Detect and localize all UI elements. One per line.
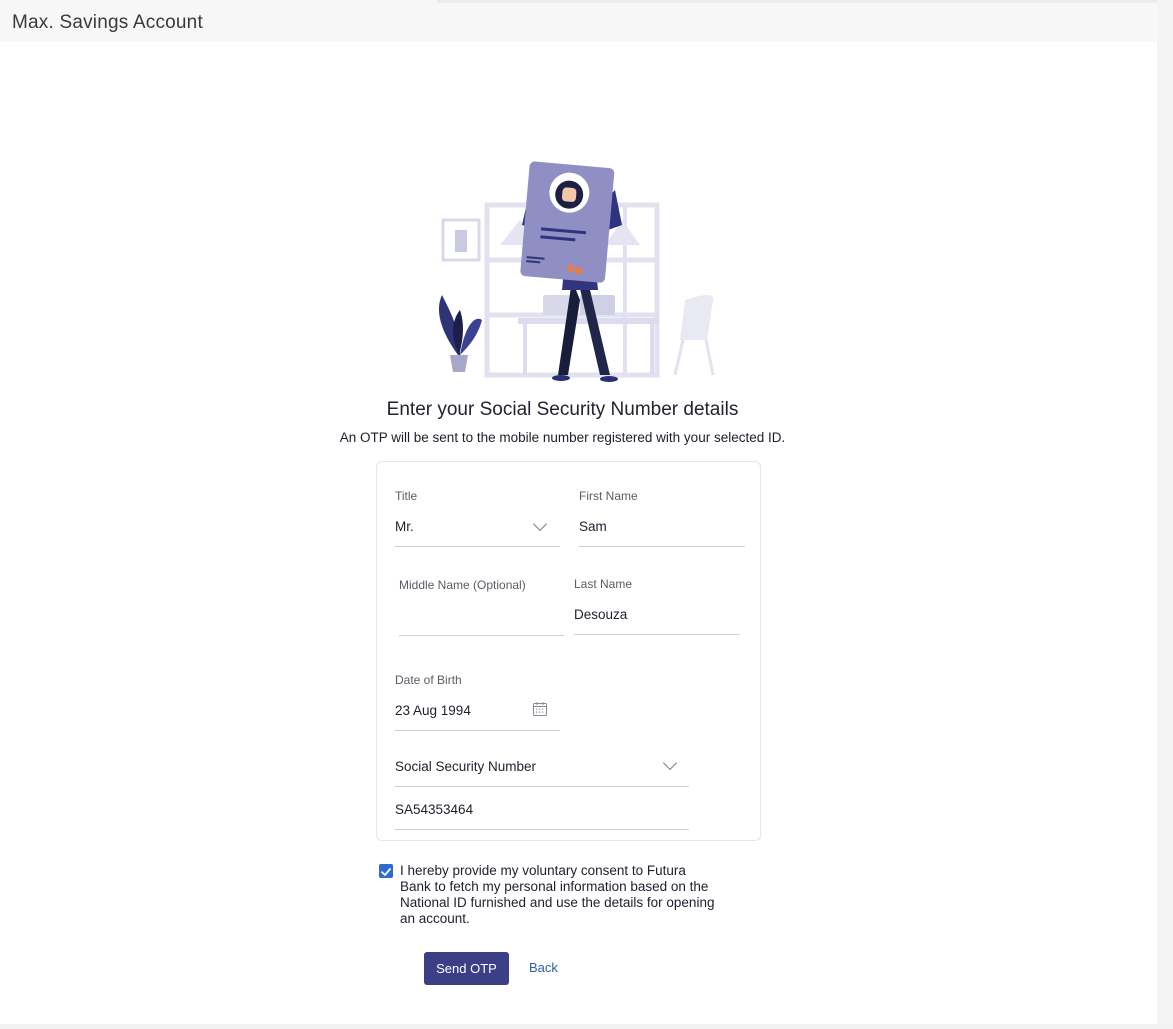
last-name-value: Desouza [574, 607, 628, 622]
id-type-select[interactable]: Social Security Number [395, 752, 689, 788]
middle-name-label: Middle Name (Optional) [399, 578, 526, 592]
page-title: Max. Savings Account [12, 12, 203, 33]
middle-name-field[interactable]: Middle Name (Optional) [399, 578, 564, 636]
send-otp-button[interactable]: Send OTP [424, 952, 509, 985]
header-divider [437, 0, 1173, 3]
last-name-label: Last Name [574, 577, 633, 591]
page-subheading: An OTP will be sent to the mobile number… [339, 430, 786, 445]
field-underline [395, 730, 560, 731]
last-name-field[interactable]: Last Name Desouza [574, 577, 740, 635]
title-value: Mr. [395, 519, 414, 534]
footer-strip [0, 1024, 1173, 1029]
date-of-birth-field[interactable]: Date of Birth 23 Aug 1994 [395, 673, 560, 731]
identity-form-card: Title Mr. First Name Sam Middle Name (Op… [376, 461, 761, 841]
consent-text: I hereby provide my voluntary consent to… [400, 863, 715, 926]
calendar-icon[interactable] [532, 701, 548, 717]
field-underline [579, 546, 745, 547]
page-heading: Enter your Social Security Number detail… [386, 399, 739, 420]
id-card-person-illustration [438, 161, 715, 382]
consent-checkbox[interactable] [379, 864, 393, 878]
first-name-field[interactable]: First Name Sam [579, 489, 745, 547]
field-underline [399, 635, 564, 636]
title-label: Title [395, 489, 418, 503]
id-number-field[interactable]: SA54353464 [395, 795, 689, 831]
chevron-down-icon [662, 755, 678, 771]
dob-label: Date of Birth [395, 673, 462, 687]
field-underline [395, 546, 560, 547]
check-icon [381, 868, 391, 876]
first-name-label: First Name [579, 489, 638, 503]
back-link[interactable]: Back [529, 960, 558, 975]
field-underline [395, 786, 689, 787]
id-type-value: Social Security Number [395, 759, 537, 774]
title-select[interactable]: Title Mr. [395, 489, 560, 547]
id-number-value: SA54353464 [395, 802, 474, 817]
field-underline [574, 634, 740, 635]
scrollbar[interactable] [1157, 0, 1173, 1029]
chevron-down-icon [532, 516, 548, 532]
field-underline [395, 829, 689, 830]
first-name-value: Sam [579, 519, 607, 534]
dob-value: 23 Aug 1994 [395, 703, 471, 718]
